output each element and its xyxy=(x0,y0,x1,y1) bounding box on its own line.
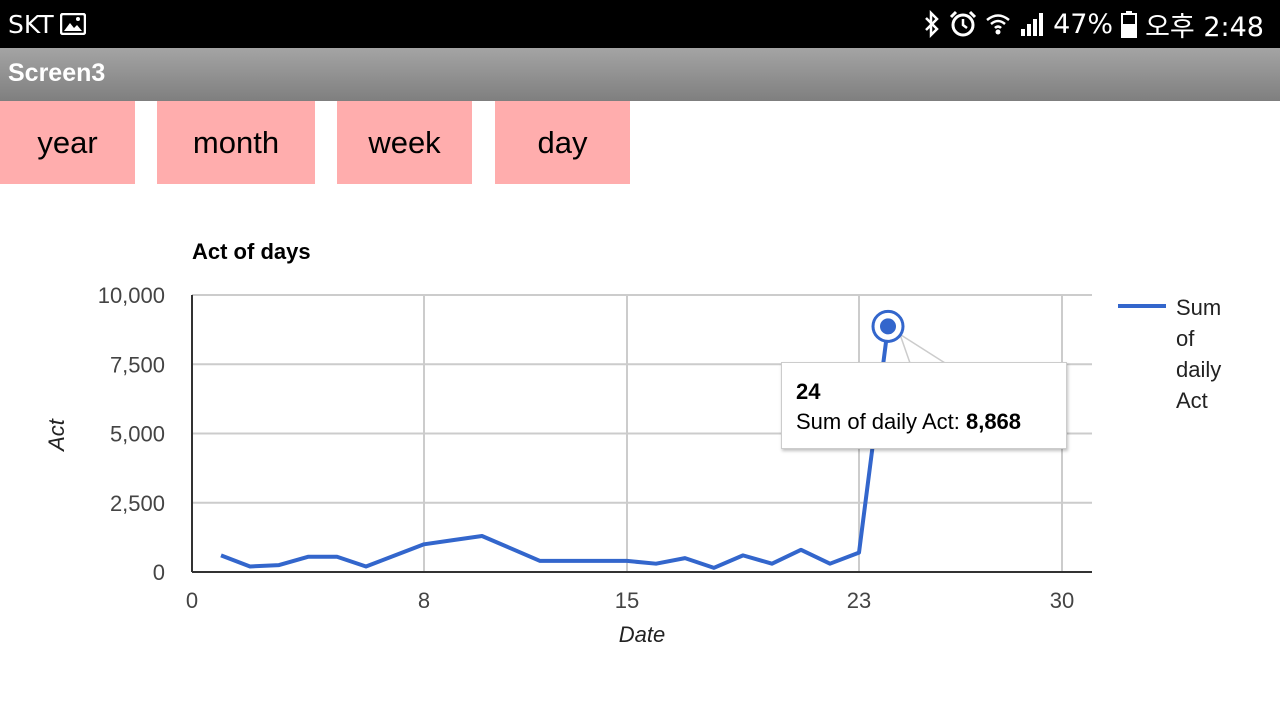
highlighted-point xyxy=(880,318,896,335)
app-bar: Screen3 xyxy=(0,48,1280,101)
chart-title: Act of days xyxy=(192,239,311,264)
tooltip-line: Sum of daily Act: 8,868 xyxy=(796,409,1021,435)
battery-percent: 47% xyxy=(1053,8,1114,40)
y-axis-label: Act xyxy=(44,418,69,453)
x-tick-label: 0 xyxy=(186,588,198,613)
clock-time: 오후 2:48 xyxy=(1145,11,1264,43)
bluetooth-icon xyxy=(923,10,941,38)
day-button[interactable]: day xyxy=(495,101,630,184)
x-tick-label: 15 xyxy=(615,588,639,613)
y-tick-label: 5,000 xyxy=(110,422,165,447)
y-tick-label: 10,000 xyxy=(98,283,165,308)
tooltip-series-label: Sum of daily Act: xyxy=(796,409,966,434)
chart-legend: Sum of daily Act xyxy=(1118,295,1221,413)
y-tick-label: 0 xyxy=(153,560,165,585)
y-tick-label: 7,500 xyxy=(110,352,165,377)
x-axis-label: Date xyxy=(619,622,665,647)
x-tick-label: 30 xyxy=(1050,588,1074,613)
legend-label: daily xyxy=(1176,357,1221,382)
x-tick-label: 23 xyxy=(847,588,871,613)
wifi-icon xyxy=(985,11,1011,37)
alarm-icon xyxy=(949,10,977,38)
y-tick-label: 2,500 xyxy=(110,491,165,516)
week-button[interactable]: week xyxy=(337,101,472,184)
legend-label: Act xyxy=(1176,388,1208,413)
legend-label: of xyxy=(1176,326,1195,351)
status-bar: SKT 47% 오후 2:48 xyxy=(0,0,1280,48)
x-tick-label: 8 xyxy=(418,588,430,613)
legend-label: Sum xyxy=(1176,295,1221,320)
tooltip-pointer xyxy=(898,332,948,364)
carrier-label: SKT xyxy=(8,9,54,39)
image-icon xyxy=(59,13,86,35)
year-button[interactable]: year xyxy=(0,101,135,184)
signal-icon xyxy=(1019,11,1045,37)
line-chart: Act of days Date Act 0 2,500 5,000 7,500 10,… xyxy=(44,239,1221,647)
month-button[interactable]: month xyxy=(157,101,315,184)
data-tooltip: 24 Sum of daily Act: 8,868 xyxy=(781,362,1067,449)
tooltip-title: 24 xyxy=(796,379,821,404)
screen-title: Screen3 xyxy=(8,59,106,87)
tooltip-value: 8,868 xyxy=(965,409,1022,434)
battery-icon xyxy=(1121,10,1138,38)
